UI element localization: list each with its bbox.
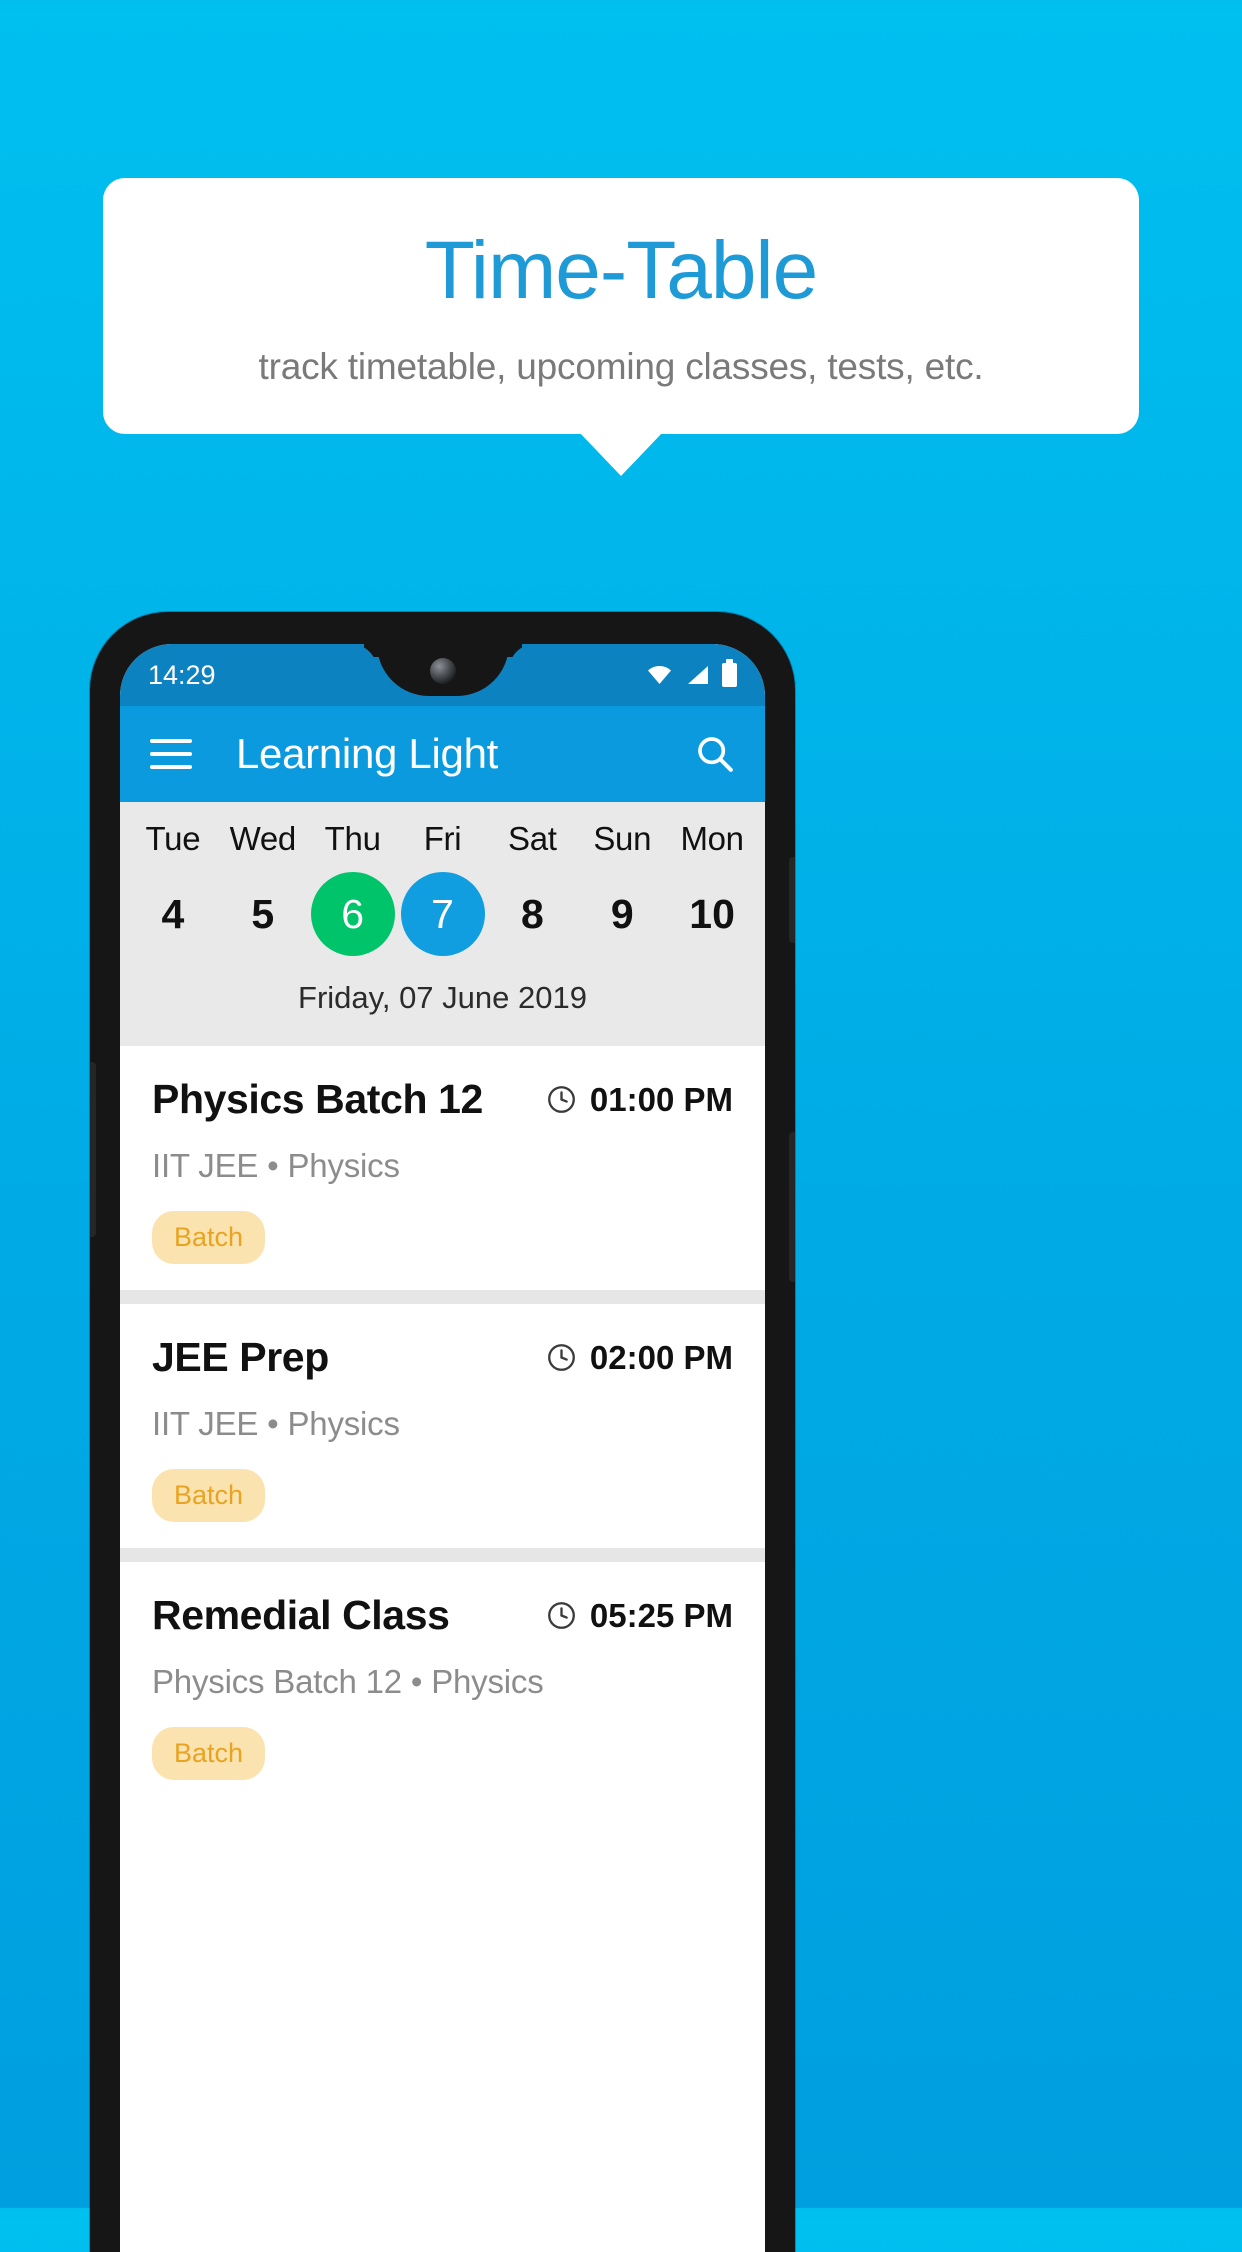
class-time: 01:00 PM: [589, 1080, 733, 1118]
phone-power-button: [789, 857, 795, 943]
day-name: Wed: [229, 820, 297, 857]
signal-icon: [688, 666, 708, 684]
class-subtitle: Physics Batch 12 • Physics: [152, 1663, 544, 1700]
day-selector-strip: Tue 4 Wed 5 Thu 6 Fri 7 Sat 8 Sun 9 Mon 10 Friday, 07…: [120, 802, 765, 1046]
promo-bubble: Time-Table track timetable, upcoming cla…: [103, 178, 1139, 476]
day-cell-mon[interactable]: Mon 10: [667, 820, 757, 956]
hamburger-menu-icon[interactable]: [150, 739, 192, 769]
phone-mockup: 14:29 Learning Light Tue 4 Wed 5 Thu 6 F…: [90, 612, 795, 2252]
promo-subtitle: track timetable, upcoming classes, tests…: [258, 346, 984, 387]
class-time-group: 01:00 PM: [546, 1081, 733, 1119]
day-name: Fri: [423, 820, 462, 857]
day-cell-thu[interactable]: Thu 6: [308, 820, 398, 956]
class-time-group: 05:25 PM: [546, 1597, 733, 1635]
display-notch: [376, 644, 509, 696]
day-cell-sat[interactable]: Sat 8: [487, 820, 577, 956]
day-cell-fri[interactable]: Fri 7: [398, 820, 488, 956]
battery-icon: [722, 659, 737, 687]
selected-date-label: Friday, 07 June 2019: [298, 980, 587, 1015]
day-name: Tue: [145, 820, 201, 857]
clock-icon: [547, 1086, 575, 1113]
status-bar-icons: [647, 659, 737, 687]
class-title: Remedial Class: [152, 1592, 450, 1638]
day-cell-sun[interactable]: Sun 9: [577, 820, 667, 956]
phone-side-button: [90, 1062, 96, 1237]
class-card-header: JEE Prep 02:00 PM: [152, 1334, 733, 1381]
day-name: Sat: [508, 820, 557, 857]
phone-volume-button: [789, 1132, 795, 1282]
class-subtitle: IIT JEE • Physics: [152, 1405, 400, 1442]
day-number: 8: [520, 891, 544, 937]
class-card-header: Physics Batch 12 01:00 PM: [152, 1076, 733, 1123]
status-bar-time: 14:29: [148, 659, 216, 690]
class-list: Physics Batch 12 01:00 PM IIT JEE • Physic…: [120, 1046, 765, 1806]
class-time: 05:25 PM: [589, 1596, 733, 1634]
class-card-header: Remedial Class 05:25 PM: [152, 1592, 733, 1639]
class-title: Physics Batch 12: [152, 1076, 483, 1122]
day-selector-row: Tue 4 Wed 5 Thu 6 Fri 7 Sat 8 Sun 9 Mon 10: [120, 820, 765, 956]
day-number: 10: [689, 891, 735, 937]
day-name: Sun: [593, 820, 652, 857]
day-number: 5: [251, 891, 275, 937]
day-number: 9: [610, 891, 634, 937]
app-bar: Learning Light: [120, 706, 765, 802]
class-time-group: 02:00 PM: [546, 1339, 733, 1377]
front-camera-icon: [429, 658, 456, 684]
clock-icon: [547, 1602, 575, 1629]
class-type-chip: Batch: [152, 1211, 266, 1264]
promo-bubble-tail: [579, 432, 663, 476]
class-card[interactable]: Physics Batch 12 01:00 PM IIT JEE • Physic…: [120, 1046, 765, 1290]
day-name: Thu: [324, 820, 381, 857]
day-number: 6: [310, 872, 395, 956]
class-card[interactable]: Remedial Class 05:25 PM Physics Batch 12 •…: [120, 1562, 765, 1806]
search-icon[interactable]: [695, 734, 735, 774]
day-number: 4: [161, 891, 185, 937]
promo-callout: Time-Table track timetable, upcoming cla…: [103, 178, 1139, 476]
day-cell-tue[interactable]: Tue 4: [128, 820, 218, 956]
day-name: Mon: [680, 820, 744, 857]
class-subtitle: IIT JEE • Physics: [152, 1147, 400, 1184]
class-type-chip: Batch: [152, 1727, 266, 1780]
wifi-icon: [648, 666, 671, 684]
class-type-chip: Batch: [152, 1469, 266, 1522]
class-title: JEE Prep: [152, 1334, 329, 1380]
phone-screen: 14:29 Learning Light Tue 4 Wed 5 Thu 6 F…: [120, 644, 765, 2252]
app-title: Learning Light: [236, 730, 499, 777]
day-number: 7: [400, 872, 485, 956]
class-time: 02:00 PM: [589, 1338, 733, 1376]
day-cell-wed[interactable]: Wed 5: [218, 820, 308, 956]
promo-title: Time-Table: [424, 225, 819, 316]
clock-icon: [547, 1344, 575, 1371]
class-card[interactable]: JEE Prep 02:00 PM IIT JEE • Physics Batch: [120, 1304, 765, 1548]
status-bar: 14:29: [120, 644, 765, 706]
